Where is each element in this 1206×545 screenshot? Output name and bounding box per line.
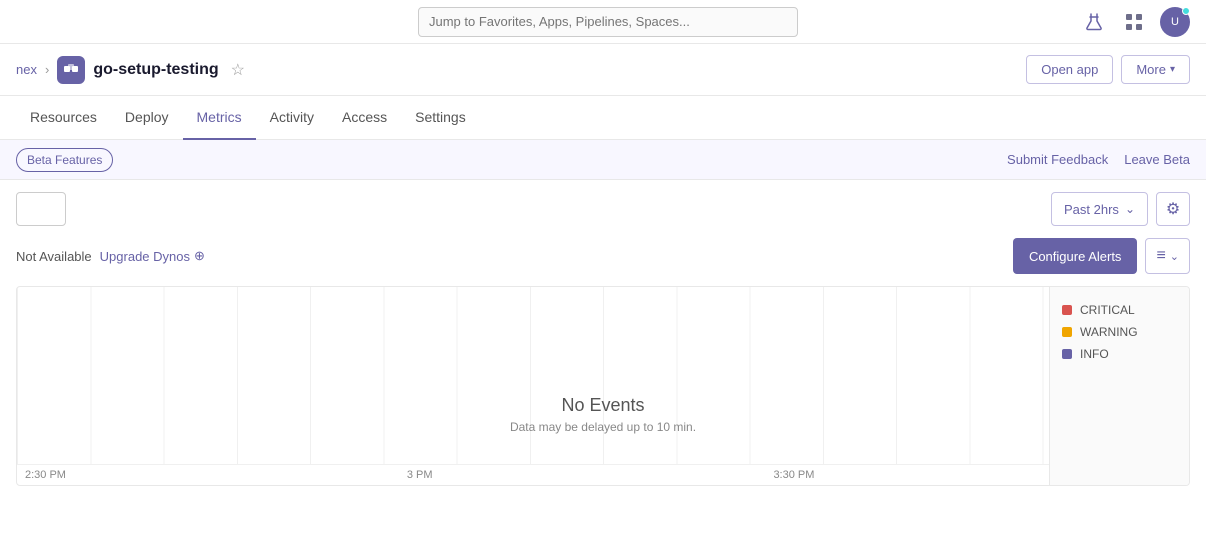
legend-item-critical: CRITICAL bbox=[1062, 303, 1177, 317]
no-events-subtitle: Data may be delayed up to 10 min. bbox=[510, 420, 696, 434]
not-available-label: Not Available bbox=[16, 249, 92, 264]
controls-row: Past 2hrs ⌄ ⚙ bbox=[16, 192, 1190, 226]
legend-label-critical: CRITICAL bbox=[1080, 303, 1135, 317]
chart-area: No Events Data may be delayed up to 10 m… bbox=[16, 286, 1190, 486]
chart-grid: No Events Data may be delayed up to 10 m… bbox=[17, 287, 1189, 464]
dynos-row: Not Available Upgrade Dynos ⊕ Configure … bbox=[16, 238, 1190, 274]
grid-icon[interactable] bbox=[1120, 8, 1148, 36]
upgrade-dynos-label: Upgrade Dynos bbox=[100, 249, 190, 264]
app-name: go-setup-testing bbox=[93, 61, 218, 79]
avatar-initials: U bbox=[1171, 16, 1179, 28]
beta-features-badge[interactable]: Beta Features bbox=[16, 148, 113, 172]
flask-icon[interactable] bbox=[1080, 8, 1108, 36]
submit-feedback-link[interactable]: Submit Feedback bbox=[1007, 152, 1108, 167]
legend-item-warning: WARNING bbox=[1062, 325, 1177, 339]
chart-label-0: 2:30 PM bbox=[25, 469, 66, 481]
beta-links: Submit Feedback Leave Beta bbox=[1007, 152, 1190, 167]
top-nav: U bbox=[0, 0, 1206, 44]
filter-sort-chevron-icon: ⌄ bbox=[1170, 250, 1179, 263]
sub-nav: Resources Deploy Metrics Activity Access… bbox=[0, 96, 1206, 140]
legend-color-warning bbox=[1062, 327, 1072, 337]
more-chevron-icon: ▾ bbox=[1170, 64, 1175, 75]
dynos-left: Not Available Upgrade Dynos ⊕ bbox=[16, 248, 205, 264]
tab-access[interactable]: Access bbox=[328, 96, 401, 140]
legend-item-info: INFO bbox=[1062, 347, 1177, 361]
top-nav-right: U bbox=[1080, 7, 1190, 37]
breadcrumb-separator: › bbox=[45, 62, 49, 77]
favorite-star-button[interactable]: ☆ bbox=[227, 56, 249, 84]
chart-label-2: 3:30 PM bbox=[773, 469, 814, 481]
dyno-type-selector[interactable] bbox=[16, 192, 66, 226]
dynos-right: Configure Alerts ≡ ⌄ bbox=[1013, 238, 1190, 274]
time-range-button[interactable]: Past 2hrs ⌄ bbox=[1051, 192, 1148, 226]
breadcrumb-link[interactable]: nex bbox=[16, 62, 37, 77]
beta-banner: Beta Features Submit Feedback Leave Beta bbox=[0, 140, 1206, 180]
app-header-right: Open app More ▾ bbox=[1026, 55, 1190, 84]
time-range-chevron-icon: ⌄ bbox=[1125, 202, 1135, 216]
chart-time-labels: 2:30 PM 3 PM 3:30 PM 4 PM bbox=[17, 464, 1189, 485]
legend-label-info: INFO bbox=[1080, 347, 1109, 361]
avatar[interactable]: U bbox=[1160, 7, 1190, 37]
configure-alerts-button[interactable]: Configure Alerts bbox=[1013, 238, 1138, 274]
controls-right: Past 2hrs ⌄ ⚙ bbox=[1051, 192, 1190, 226]
app-logo-icon bbox=[57, 56, 85, 84]
legend-color-info bbox=[1062, 349, 1072, 359]
time-range-label: Past 2hrs bbox=[1064, 202, 1119, 217]
search-input[interactable] bbox=[418, 7, 798, 37]
gear-icon: ⚙ bbox=[1166, 199, 1180, 219]
tab-metrics[interactable]: Metrics bbox=[183, 96, 256, 140]
more-button-label: More bbox=[1136, 62, 1166, 77]
no-events-title: No Events bbox=[510, 395, 696, 416]
chart-empty-state: No Events Data may be delayed up to 10 m… bbox=[510, 395, 696, 434]
more-button[interactable]: More ▾ bbox=[1121, 55, 1190, 84]
app-header: nex › go-setup-testing ☆ Open app More ▾ bbox=[0, 44, 1206, 96]
filter-sort-button[interactable]: ≡ ⌄ bbox=[1145, 238, 1190, 274]
chart-legend: CRITICAL WARNING INFO bbox=[1049, 287, 1189, 485]
chart-content: No Events Data may be delayed up to 10 m… bbox=[17, 287, 1189, 485]
leave-beta-link[interactable]: Leave Beta bbox=[1124, 152, 1190, 167]
legend-label-warning: WARNING bbox=[1080, 325, 1138, 339]
upgrade-dynos-link[interactable]: Upgrade Dynos ⊕ bbox=[100, 248, 205, 264]
tab-resources[interactable]: Resources bbox=[16, 96, 111, 140]
legend-color-critical bbox=[1062, 305, 1072, 315]
controls-left bbox=[16, 192, 66, 226]
avatar-notification-dot bbox=[1182, 7, 1190, 15]
upgrade-dynos-icon: ⊕ bbox=[194, 248, 205, 264]
search-bar-container bbox=[136, 7, 1080, 37]
chart-label-1: 3 PM bbox=[407, 469, 433, 481]
filter-sort-icon: ≡ bbox=[1156, 247, 1165, 265]
app-header-left: nex › go-setup-testing ☆ bbox=[16, 56, 249, 84]
open-app-button[interactable]: Open app bbox=[1026, 55, 1113, 84]
settings-gear-button[interactable]: ⚙ bbox=[1156, 192, 1190, 226]
tab-activity[interactable]: Activity bbox=[256, 96, 328, 140]
tab-deploy[interactable]: Deploy bbox=[111, 96, 183, 140]
main-content: Past 2hrs ⌄ ⚙ Not Available Upgrade Dyno… bbox=[0, 180, 1206, 498]
tab-settings[interactable]: Settings bbox=[401, 96, 480, 140]
